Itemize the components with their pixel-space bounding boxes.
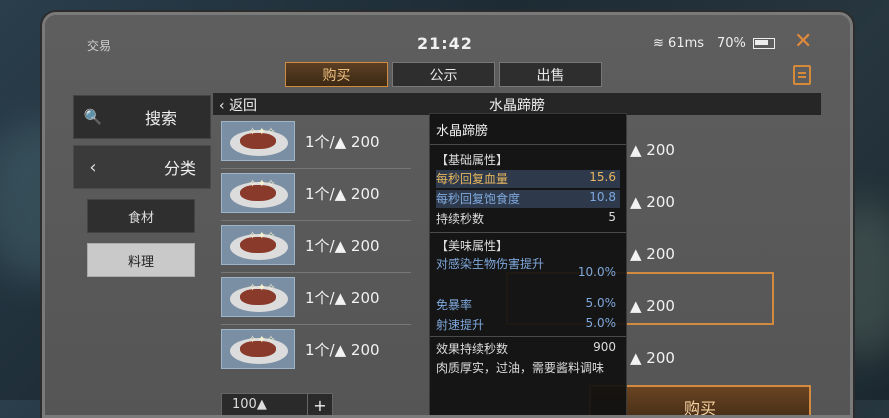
food-image: ✧✦✧ [221,225,295,265]
attr-row: 对感染生物伤害提升 10.0% [436,257,620,291]
battery-status: 70% [717,36,776,51]
battery-value: 70% [717,36,746,51]
listing-price: 1个/▲ 200 [305,133,380,151]
window-title: 交易 [87,39,112,53]
attr-value: 5.0% [585,316,617,330]
trade-screen: 交易 21:42 ≋ 61ms 70% ✕ 购买 公示 出售 🔍 搜索 ‹ 分类 [45,15,850,415]
attr-value: 900 [593,340,616,354]
list-item[interactable]: ✧✦✧ 1个/▲ 200 [221,173,421,213]
attr-name: 效果持续秒数 [436,342,509,356]
item-description: 肉质厚实，过油，需要酱料调味 [436,361,605,375]
listing-price: 1个/▲ 200 [305,289,380,307]
search-icon: 🔍 [83,108,103,126]
list-item[interactable]: ✧✦✧ 1个/▲ 200 [221,121,421,161]
food-image: ✧✦✧ [221,173,295,213]
attr-row: 持续秒数 5 [436,210,620,228]
search-button[interactable]: 🔍 搜索 [73,95,211,139]
trade-tabs: 购买 公示 出售 [285,62,602,87]
category-label: 分类 [163,159,196,178]
wifi-icon: ≋ [653,36,664,51]
attr-name: 射速提升 [436,318,485,332]
divider [221,324,411,325]
list-item[interactable]: ▲ 200 [630,287,700,327]
device-frame: 交易 21:42 ≋ 61ms 70% ✕ 购买 公示 出售 🔍 搜索 ‹ 分类 [42,12,853,418]
list-item[interactable]: ✧✦✧ 1个/▲ 200 [221,277,421,317]
listing-price: ▲ 200 [630,193,675,211]
close-icon[interactable]: ✕ [794,29,812,54]
attr-value: 10.8 [589,190,616,204]
attr-name: 每秒回复血量 [436,172,509,186]
attr-value: 10.0% [577,265,616,279]
divider [221,168,411,169]
attr-value: 15.6 [589,170,616,184]
network-status: ≋ 61ms [653,36,704,51]
item-tooltip: 水晶蹄膀 【基础属性】 每秒回复血量 15.6 每秒回复饱食度 10.8 持续秒… [429,113,627,415]
basic-section-header: 【基础属性】 [436,153,509,167]
attr-row: 效果持续秒数 900 [436,340,620,358]
notebook-icon[interactable] [793,65,811,85]
listing-price: ▲ 200 [630,245,675,263]
attr-row: 每秒回复饱食度 10.8 [436,190,620,208]
food-image: ✧✦✧ [221,121,295,161]
breadcrumb: ‹ 返回 水晶蹄膀 [213,93,821,115]
attr-row: 射速提升 5.0% [436,316,620,334]
list-item[interactable]: ✧✦✧ 1个/▲ 200 [221,225,421,265]
tab-sell[interactable]: 出售 [499,62,602,87]
tooltip-title: 水晶蹄膀 [436,124,489,139]
quantity-stepper[interactable]: 100▲ + [221,393,333,415]
listing-price: ▲ 200 [630,349,675,367]
attr-name: 对感染生物伤害提升 [436,257,545,271]
listing-price: 1个/▲ 200 [305,237,380,255]
tab-buy[interactable]: 购买 [285,62,388,87]
list-item[interactable]: ✧✦✧ 1个/▲ 200 [221,329,421,369]
subcategory-dishes[interactable]: 料理 [87,243,195,277]
attr-name: 持续秒数 [436,212,485,226]
list-item[interactable]: ▲ 200 [630,183,700,223]
divider [221,272,411,273]
category-button[interactable]: ‹ 分类 [73,145,211,189]
attr-row: 免暴率 5.0% [436,296,620,314]
listing-price: 1个/▲ 200 [305,185,380,203]
attr-value: 5.0% [585,296,617,310]
attr-row: 每秒回复血量 15.6 [436,170,620,188]
left-sidebar: 🔍 搜索 ‹ 分类 食材 料理 [73,95,211,277]
list-item[interactable]: ▲ 200 [630,339,700,379]
food-image: ✧✦✧ [221,277,295,317]
list-item[interactable]: ▲ 200 [630,235,700,275]
battery-icon [753,38,776,49]
listing-price: ▲ 200 [630,141,675,159]
page-title: 水晶蹄膀 [489,98,545,114]
plus-icon[interactable]: + [307,394,332,415]
divider [221,220,411,221]
chevron-left-icon: ‹ [89,156,97,178]
food-image: ✧✦✧ [221,329,295,369]
tab-announce[interactable]: 公示 [392,62,495,87]
list-item[interactable]: ▲ 200 [630,131,700,171]
attr-name: 免暴率 [436,298,473,312]
attr-value: 5 [608,210,616,224]
listing-price: 1个/▲ 200 [305,341,380,359]
quantity-value: 100▲ [232,397,267,412]
clock: 21:42 [417,34,473,53]
search-label: 搜索 [144,109,177,128]
divider [430,144,626,145]
subcategory-ingredients[interactable]: 食材 [87,199,195,233]
listing-price: ▲ 200 [630,297,675,315]
divider [430,232,626,233]
flavor-section-header: 【美味属性】 [436,239,509,253]
attr-name: 每秒回复饱食度 [436,192,521,206]
divider [430,336,626,337]
ping-value: 61ms [668,36,705,51]
